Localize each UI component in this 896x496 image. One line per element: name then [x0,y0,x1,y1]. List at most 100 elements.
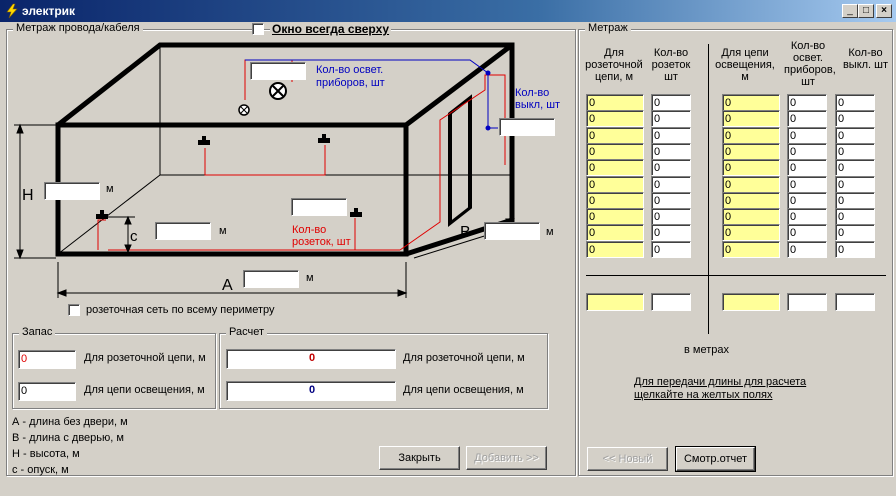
socket-count-cell[interactable]: 0 [651,94,691,111]
switch-count-cell[interactable]: 0 [835,208,875,226]
light-count-cell[interactable]: 0 [787,208,827,226]
new-button[interactable]: << Новый [587,447,668,471]
socket-length-cell[interactable]: 0 [586,191,644,209]
light-length-cell[interactable]: 0 [722,94,780,111]
socket-length-cell[interactable]: 0 [586,224,644,242]
sockets-count-input[interactable] [291,198,347,216]
header-socket-count: Кол-во розеток шт [651,47,691,83]
height-input[interactable] [44,182,100,200]
light-count-cell[interactable]: 0 [787,224,827,242]
switch-count-cell[interactable]: 0 [835,94,875,111]
switch-count-cell[interactable]: 0 [835,191,875,209]
length-a-input[interactable] [243,270,299,288]
perimeter-checkbox[interactable] [68,304,80,316]
socket-count-cell[interactable]: 0 [651,110,691,128]
switches-count-input[interactable] [499,118,555,136]
light-length-cell[interactable]: 0 [722,208,780,226]
socket-count-cell[interactable]: 0 [651,191,691,209]
unit-label-b: м [546,226,554,238]
light-count-cell[interactable]: 0 [787,159,827,177]
dim-label-c: c [130,228,138,245]
dim-label-b: B [460,224,471,241]
drop-input[interactable] [155,222,211,240]
light-length-cell[interactable]: 0 [722,240,780,258]
view-report-button[interactable]: Смотр.отчет [675,446,756,472]
switch-count-cell[interactable]: 0 [835,126,875,144]
light-length-cell[interactable]: 0 [722,175,780,193]
close-button[interactable]: Закрыть [379,446,460,470]
legend-a: А - длина без двери, м [12,416,128,428]
socket-length-cell[interactable]: 0 [586,159,644,177]
add-button[interactable]: Добавить >> [466,446,547,470]
light-count-cell[interactable]: 0 [787,94,827,111]
close-window-button[interactable]: × [876,4,892,18]
switches-label-2: выкл, шт [515,99,560,111]
total-separator [586,275,886,276]
light-length-cell[interactable]: 0 [722,159,780,177]
socket-length-cell[interactable]: 0 [586,142,644,160]
column-separator [708,44,709,334]
unit-label-h: м [106,183,114,195]
switch-count-cell[interactable]: 0 [835,110,875,128]
light-count-cell[interactable]: 0 [787,126,827,144]
socket-count-cell[interactable]: 0 [651,208,691,226]
maximize-button[interactable]: □ [858,4,874,18]
switch-dot-2 [485,125,491,131]
light-count-cell[interactable]: 0 [787,240,827,258]
room-diagram: H c A B м м м м Кол-во освет. приборов, … [14,42,560,298]
total-socket-count [651,293,691,311]
header-light-length: Для цепи освещения, м [715,47,775,83]
socket-count-cell[interactable]: 0 [651,175,691,193]
total-socket-length[interactable] [586,293,644,311]
light-count-cell[interactable]: 0 [787,175,827,193]
lamp-icon-small [238,104,250,116]
switch-count-cell[interactable]: 0 [835,240,875,258]
socket-count-cell[interactable]: 0 [651,126,691,144]
socket-count-cell[interactable]: 0 [651,142,691,160]
light-count-cell[interactable]: 0 [787,110,827,128]
legend-c: с - опуск, м [12,464,69,476]
calc-light-output: 0 [226,381,396,401]
socket-length-cell[interactable]: 0 [586,240,644,258]
reserve-socket-input[interactable]: 0 [18,350,76,369]
switch-count-cell[interactable]: 0 [835,175,875,193]
lights-count-input[interactable] [250,62,306,80]
light-length-cell[interactable]: 0 [722,191,780,209]
header-socket-length: Для розеточной цепи, м [585,47,643,83]
socket-length-cell[interactable]: 0 [586,94,644,111]
light-length-cell[interactable]: 0 [722,126,780,144]
total-light-length[interactable] [722,293,780,311]
socket-length-cell[interactable]: 0 [586,208,644,226]
socket-length-cell[interactable]: 0 [586,126,644,144]
light-length-cell[interactable]: 0 [722,142,780,160]
sockets-label-2: розеток, шт [292,236,351,248]
reserve-light-label: Для цепи освещения, м [84,384,205,396]
minimize-button[interactable]: _ [842,4,858,18]
socket-count-cell[interactable]: 0 [651,159,691,177]
switch-count-cell[interactable]: 0 [835,224,875,242]
light-count-cell[interactable]: 0 [787,142,827,160]
legend-h: Н - высота, м [12,448,80,460]
length-b-input[interactable] [484,222,540,240]
dim-label-h: H [22,187,34,204]
hint-line-2: щелкайте на желтых полях [634,389,773,401]
light-length-cell[interactable]: 0 [722,110,780,128]
socket-length-cell[interactable]: 0 [586,175,644,193]
socket-count-cell[interactable]: 0 [651,240,691,258]
switch-count-cell[interactable]: 0 [835,159,875,177]
door [448,94,472,227]
switch-count-cell[interactable]: 0 [835,142,875,160]
header-light-count: Кол-во освет. приборов, шт [784,40,836,88]
socket-count-cell[interactable]: 0 [651,224,691,242]
calc-socket-output: 0 [226,349,396,369]
light-count-cell[interactable]: 0 [787,191,827,209]
hint-line-1: Для передачи длины для расчета [634,376,807,388]
light-length-cell[interactable]: 0 [722,224,780,242]
reserve-light-input[interactable]: 0 [18,382,76,401]
switches-label-1: Кол-во [515,87,549,99]
metrage-group-title: Метраж [585,22,631,34]
total-switch-count [835,293,875,311]
socket-length-cell[interactable]: 0 [586,110,644,128]
calc-socket-label: Для розеточной цепи, м [403,352,525,364]
total-light-count [787,293,827,311]
